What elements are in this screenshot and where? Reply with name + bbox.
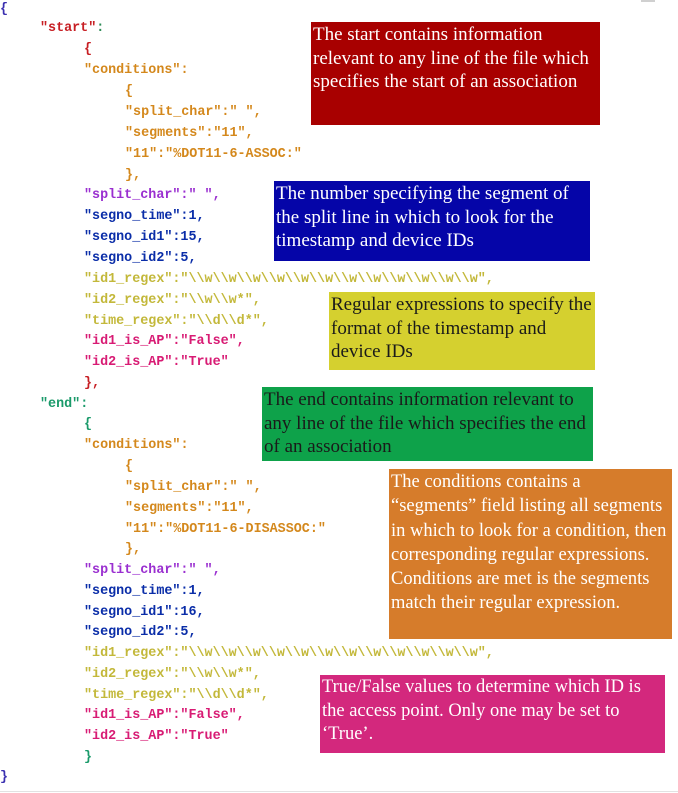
end-conditions-colon: : [180,438,189,453]
start-close-brace: }, [84,376,101,391]
start-cond-close-brace: }, [125,168,142,183]
end-cond-close-brace: }, [125,542,142,557]
end-cond-segments: "segments":"11", [125,501,254,516]
end-annotation: The end contains information relevant to… [262,387,593,461]
end-key-line: "end": [40,395,88,415]
root-close-brace: } [0,770,9,785]
end-split-char: "split_char":" ", [84,563,221,578]
end-segno-id1: "segno_id1":16, [84,605,205,620]
end-id2-is-ap: "id2_is_AP":"True" [84,729,229,744]
end-close-brace: } [84,750,93,765]
end-segno-id2: "segno_id2":5, [84,625,197,640]
start-id2-regex: "id2_regex":"\\w\\w*", [84,293,261,308]
start-conditions-line: "conditions": [84,61,188,81]
end-id1-is-ap: "id1_is_AP":"False", [84,708,245,723]
start-key: "start" [40,21,97,36]
start-segno-id1: "segno_id1":15, [84,230,205,245]
start-id1-regex: "id1_regex":"\\w\\w\\w\\w\\w\\w\\w\\w\\w… [84,272,494,287]
start-open-brace: { [84,42,93,57]
start-id2-is-ap: "id2_is_AP":"True" [84,355,229,370]
start-time-regex: "time_regex":"\\d\\d*", [84,314,269,329]
start-split-char: "split_char":" ", [84,188,221,203]
end-time-regex: "time_regex":"\\d\\d*", [84,688,269,703]
start-key-line: "start": [40,19,104,39]
segment-number-annotation: The number specifying the segment of the… [274,181,590,261]
end-cond-open-brace: { [125,459,134,474]
end-colon: : [80,397,89,412]
start-id1-is-ap: "id1_is_AP":"False", [84,334,245,349]
regex-annotation: Regular expressions to specify the forma… [329,292,595,370]
start-cond-segments: "segments":"11", [125,126,254,141]
conditions-annotation: The conditions contains a “segments” fie… [389,469,672,639]
end-open-brace: { [84,417,93,432]
end-id2-regex: "id2_regex":"\\w\\w*", [84,667,261,682]
start-cond-open-brace: { [125,84,134,99]
start-conditions-key: "conditions" [84,63,181,78]
boolean-annotation: True/False values to determine which ID … [320,675,665,753]
start-colon: : [96,21,105,36]
start-cond-11: "11":"%DOT11-6-ASSOC:" [125,147,302,162]
end-conditions-line: "conditions": [84,436,188,456]
end-cond-split-char: "split_char":" ", [125,480,262,495]
end-conditions-key: "conditions" [84,438,181,453]
root-open-brace: { [0,2,9,17]
end-key: "end" [40,397,81,412]
start-annotation: The start contains information relevant … [311,22,600,125]
start-cond-split-char: "split_char":" ", [125,105,262,120]
start-segno-time: "segno_time":1, [84,209,205,224]
bottom-divider [0,791,678,792]
end-id1-regex: "id1_regex":"\\w\\w\\w\\w\\w\\w\\w\\w\\w… [84,646,494,661]
end-segno-time: "segno_time":1, [84,584,205,599]
start-conditions-colon: : [180,63,189,78]
start-segno-id2: "segno_id2":5, [84,251,197,266]
end-cond-11: "11":"%DOT11-6-DISASSOC:" [125,522,326,537]
